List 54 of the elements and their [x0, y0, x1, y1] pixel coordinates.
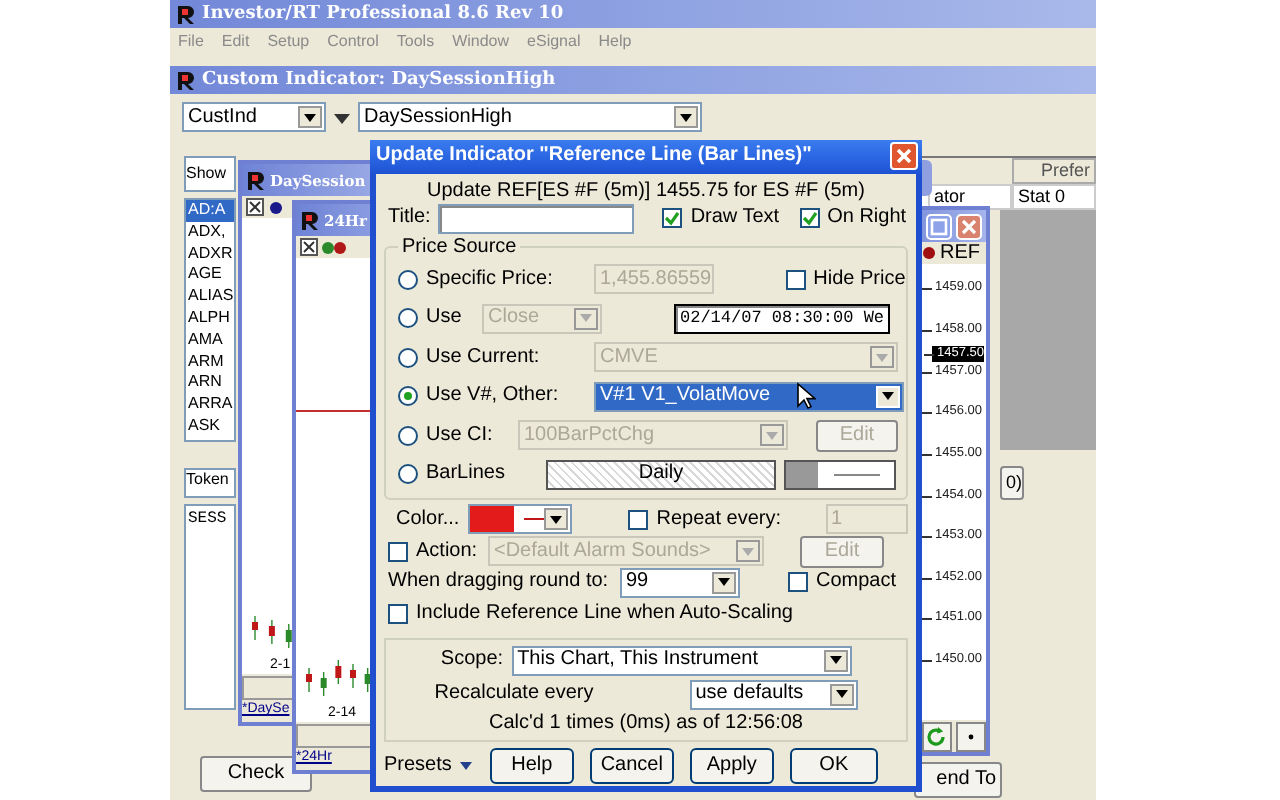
- checkbox-label: Action:: [416, 539, 480, 564]
- send-button[interactable]: end To: [914, 762, 1002, 798]
- text-area[interactable]: SESS: [184, 504, 236, 710]
- dialog-button[interactable]: OK: [789, 747, 878, 784]
- scope-dropdown[interactable]: This Chart, This Instrument: [511, 645, 852, 676]
- radio-label: Use V#, Other:: [426, 384, 561, 409]
- presets-menu[interactable]: Presets: [384, 753, 474, 778]
- list-item[interactable]: ADX,: [186, 221, 234, 244]
- checkbox-label: Repeat every:: [656, 507, 781, 532]
- list-header: Show: [184, 156, 236, 192]
- column-header: REF: [940, 241, 980, 265]
- radio-label: Use: [426, 306, 464, 331]
- dialog-button[interactable]: Cancel: [589, 747, 674, 784]
- field-label: Scope:: [440, 648, 504, 673]
- column-header: Prefer: [1012, 158, 1096, 184]
- dialog-title: Update Indicator "Reference Line (Bar Lines)": [376, 144, 812, 169]
- radio-label: BarLines: [426, 462, 507, 487]
- table-cell: Stat 0: [1012, 184, 1096, 210]
- type-dropdown[interactable]: CustInd: [182, 102, 326, 132]
- token-field[interactable]: Token: [184, 468, 236, 498]
- checkbox-label: Include Reference Line when Auto-Scaling: [416, 602, 793, 627]
- window-title: Investor/RT Professional 8.6 Rev 10: [202, 3, 564, 25]
- list-item[interactable]: AD:A: [186, 200, 234, 222]
- indicator-dropdown[interactable]: DaySessionHigh: [358, 102, 702, 132]
- list-item[interactable]: AGE: [186, 264, 234, 287]
- dialog-button[interactable]: Apply: [689, 747, 774, 784]
- window-title: Custom Indicator: DaySessionHigh: [202, 69, 556, 91]
- list-item[interactable]: ALIAS: [186, 286, 234, 308]
- checkbox-label: Draw Text: [690, 206, 780, 231]
- checkbox-label: Compact: [816, 570, 897, 595]
- field-label: Color...: [396, 507, 460, 532]
- list-item[interactable]: ASK: [186, 415, 234, 438]
- list-item[interactable]: ARRA: [186, 394, 234, 416]
- field-label: Title:: [388, 206, 431, 231]
- radio-label: Use CI:: [426, 423, 495, 448]
- list-item[interactable]: ARN: [186, 372, 234, 395]
- side-button[interactable]: 0): [1000, 466, 1024, 500]
- list-item[interactable]: ALPH: [186, 307, 234, 330]
- list-item[interactable]: ARM: [186, 351, 234, 373]
- period-selector[interactable]: Daily: [546, 459, 776, 490]
- list-item[interactable]: ADXR: [186, 243, 234, 265]
- checkbox-label: On Right: [827, 206, 907, 231]
- field-label: Recalculate every: [434, 682, 594, 707]
- rounding-dropdown[interactable]: 99: [620, 567, 740, 598]
- radio-label: Use Current:: [426, 345, 542, 370]
- list-item[interactable]: AMA: [186, 329, 234, 352]
- dialog-heading: Update REF[ES #F (5m)] 1455.75 for ES #F (5m): [425, 177, 867, 203]
- status-text: Calc'd 1 times (0ms) as of 12:56:08: [489, 711, 803, 736]
- recalculate-dropdown[interactable]: use defaults: [689, 679, 858, 710]
- dialog-button[interactable]: Help: [489, 747, 574, 784]
- field-label: When dragging round to:: [388, 570, 611, 595]
- checkbox-label: Hide Price: [813, 267, 906, 292]
- source-dropdown[interactable]: V#1 V1_VolatMove: [594, 381, 904, 412]
- radio-label: Specific Price:: [426, 267, 555, 292]
